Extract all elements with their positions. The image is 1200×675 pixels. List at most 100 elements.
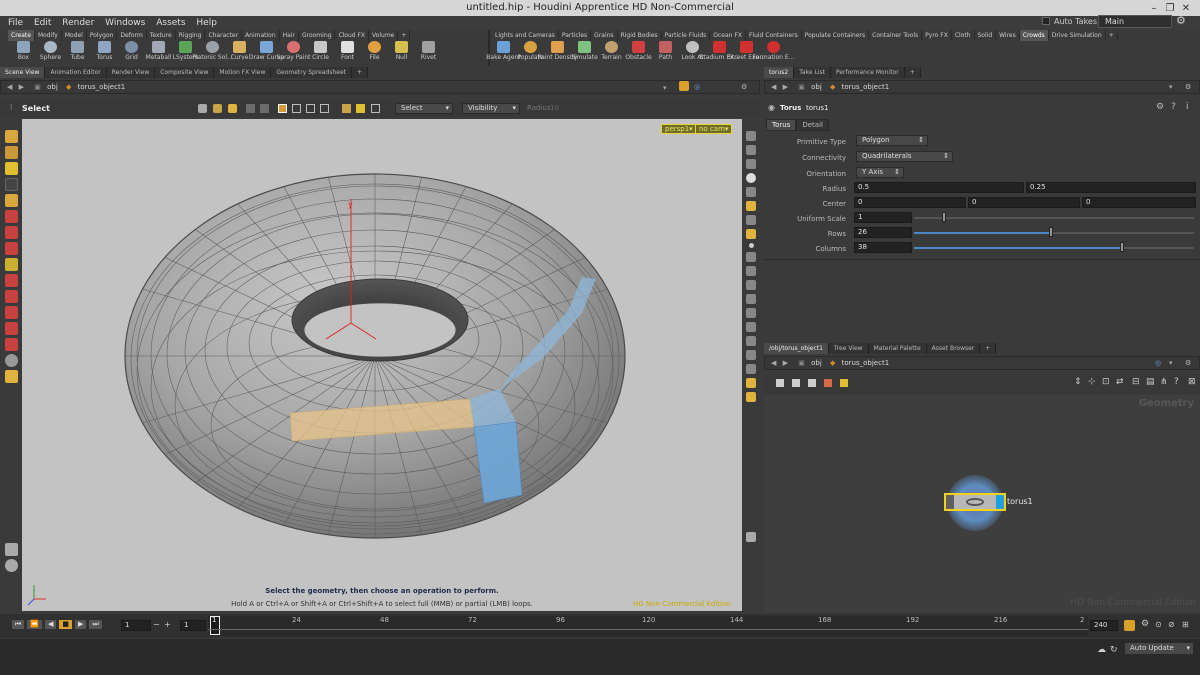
shelf-tool-look-at[interactable]: Look At (681, 41, 704, 65)
shelf-tool-null[interactable]: Null (390, 41, 413, 65)
pin-icon[interactable] (679, 81, 689, 91)
viewport-lock-icon[interactable] (4, 559, 18, 572)
shelf-tab[interactable]: Container Tools (869, 30, 923, 41)
shelf-tool-tube[interactable]: Tube (66, 41, 89, 65)
link-icon[interactable]: ◎ (694, 81, 700, 93)
shelf-tab[interactable]: Volume (369, 30, 399, 41)
auto-takes-checkbox[interactable] (1042, 17, 1050, 25)
background-icon[interactable] (746, 201, 756, 211)
end-frame-field[interactable]: 240 (1090, 620, 1118, 631)
info-icon[interactable]: i (1186, 102, 1189, 112)
abc-label-icon[interactable] (746, 364, 756, 374)
start-frame-field[interactable]: 1 (180, 620, 206, 631)
select-dropdown[interactable]: Select ▾ (395, 103, 453, 114)
path-node[interactable]: torus_object1 (842, 83, 890, 91)
radius-field-2[interactable]: 0.25 (1026, 182, 1196, 193)
display-icon[interactable] (746, 131, 756, 141)
geometry-display-icon[interactable] (746, 392, 756, 402)
realtime-toggle-icon[interactable] (1124, 620, 1135, 631)
shelf-tool-platonic[interactable]: Platonic Sol... (192, 41, 233, 65)
network-layout-icon[interactable] (808, 379, 816, 387)
options-icon[interactable]: ⊠ (1188, 377, 1196, 387)
path-dropdown-icon[interactable]: ▾ (1169, 81, 1173, 93)
tab-asset-browser[interactable]: Asset Browser (926, 343, 981, 354)
slider-knob[interactable] (1120, 242, 1124, 252)
bone-display-icon[interactable] (746, 378, 756, 388)
align-icon[interactable]: ⇕ (1074, 377, 1082, 387)
view-tool-icon[interactable] (4, 242, 18, 255)
shelf-tool-simulate[interactable]: Simulate (571, 41, 598, 65)
visibility-dropdown[interactable]: Visibility ▾ (462, 103, 520, 114)
path-dropdown-icon[interactable]: ▾ (663, 82, 667, 94)
shelf-tab[interactable]: Crowds (1019, 30, 1049, 41)
menu-assets[interactable]: Assets (156, 18, 185, 28)
ghost-icon[interactable] (746, 145, 756, 155)
path-context[interactable]: obj (811, 83, 822, 91)
menu-help[interactable]: Help (196, 18, 217, 28)
shelf-tab[interactable]: Wires (996, 30, 1020, 41)
select-visible-icon[interactable] (342, 104, 351, 113)
tab-geometry-spreadsheet[interactable]: Geometry Spreadsheet (271, 67, 352, 78)
shelf-tab[interactable]: Deform (117, 30, 147, 41)
pose-tool-icon[interactable] (4, 226, 18, 239)
tab-torus[interactable]: Torus (766, 119, 797, 131)
add-pane-tab-button[interactable]: + (904, 67, 921, 78)
laser-select-icon[interactable] (320, 104, 329, 113)
network-editor[interactable]: Geometry torus1 HD Non-Commercial Editio… (764, 395, 1200, 612)
shelf-tab[interactable]: Model (61, 30, 87, 41)
shelf-tab[interactable]: Solid (974, 30, 997, 41)
jump-start-button[interactable]: ⏮ (12, 620, 25, 629)
snap-prim-icon[interactable] (4, 290, 18, 303)
shelf-tab[interactable]: Animation (242, 30, 280, 41)
origin-icon[interactable] (746, 350, 756, 360)
frame-increment-button[interactable]: + (164, 620, 171, 629)
normals-icon[interactable] (746, 252, 756, 262)
node-name-field[interactable]: torus1 (806, 104, 828, 112)
shelf-tab[interactable]: Ocean FX (710, 30, 746, 41)
primitive-type-menu[interactable]: Polygon ⇕ (856, 135, 928, 146)
frame-decrement-button[interactable]: − (153, 620, 160, 629)
help-icon[interactable]: ? (1171, 102, 1176, 112)
center-x-field[interactable]: 0 (854, 197, 966, 208)
forward-arrow-icon[interactable]: ▶ (783, 359, 788, 367)
tab-detail[interactable]: Detail (796, 119, 829, 131)
light-bulb-icon[interactable] (746, 173, 756, 183)
connectivity-menu[interactable]: Quadrilaterals ⇕ (856, 151, 953, 162)
cam-menu[interactable]: no cam▾ (695, 124, 733, 134)
move-tool-icon[interactable] (4, 146, 18, 159)
rotate-tool-icon[interactable] (4, 162, 18, 175)
shelf-tool-street-example[interactable]: Street Exa... (728, 41, 765, 65)
tree-icon[interactable]: ⋔ (1160, 377, 1168, 387)
shelf-tool-rivet[interactable]: Rivet (417, 41, 440, 65)
shelf-tool-sphere[interactable]: Sphere (39, 41, 62, 65)
shelf-tool-spray-paint[interactable]: Spray Paint (276, 41, 311, 65)
path-dropdown-icon[interactable]: ▾ (1169, 357, 1173, 369)
shelf-tool-formation-example[interactable]: Formation E... (753, 41, 794, 65)
tab-material-palette[interactable]: Material Palette (868, 343, 927, 354)
update-mode-icon[interactable]: ↻ (1110, 645, 1118, 655)
tab-motion-fx-view[interactable]: Motion FX View (214, 67, 272, 78)
stop-button[interactable]: ■ (59, 620, 73, 629)
current-frame-field[interactable]: 1 (121, 620, 151, 631)
dot-icon[interactable] (748, 243, 754, 248)
shelf-tool-populate[interactable]: Populate (517, 41, 544, 65)
select-whole-icon[interactable] (371, 104, 380, 113)
render-region-icon[interactable] (4, 370, 18, 383)
brush-select-icon[interactable] (306, 104, 315, 113)
shelf-tool-terrain[interactable]: Terrain (600, 41, 623, 65)
shelf-tab[interactable]: Fluid Containers (745, 30, 802, 41)
back-arrow-icon[interactable]: ◀ (7, 83, 12, 91)
uniform-scale-field[interactable]: 1 (854, 212, 912, 223)
network-note-icon[interactable] (840, 379, 848, 387)
slider-knob[interactable] (1049, 227, 1053, 237)
scene-cam-icon[interactable] (4, 543, 18, 556)
select-contained-icon[interactable] (356, 104, 365, 113)
shelf-tab[interactable]: Drive Simulation (1048, 30, 1106, 41)
torus1-node[interactable] (944, 493, 1006, 511)
shelf-tab[interactable]: Cloth (951, 30, 975, 41)
forward-arrow-icon[interactable]: ▶ (783, 83, 788, 91)
shelf-tool-font[interactable]: Font (336, 41, 359, 65)
shelf-tab[interactable]: Create (8, 30, 35, 41)
thumbnail-icon[interactable]: ▤ (1146, 377, 1155, 387)
select-tool-icon[interactable] (4, 130, 18, 143)
